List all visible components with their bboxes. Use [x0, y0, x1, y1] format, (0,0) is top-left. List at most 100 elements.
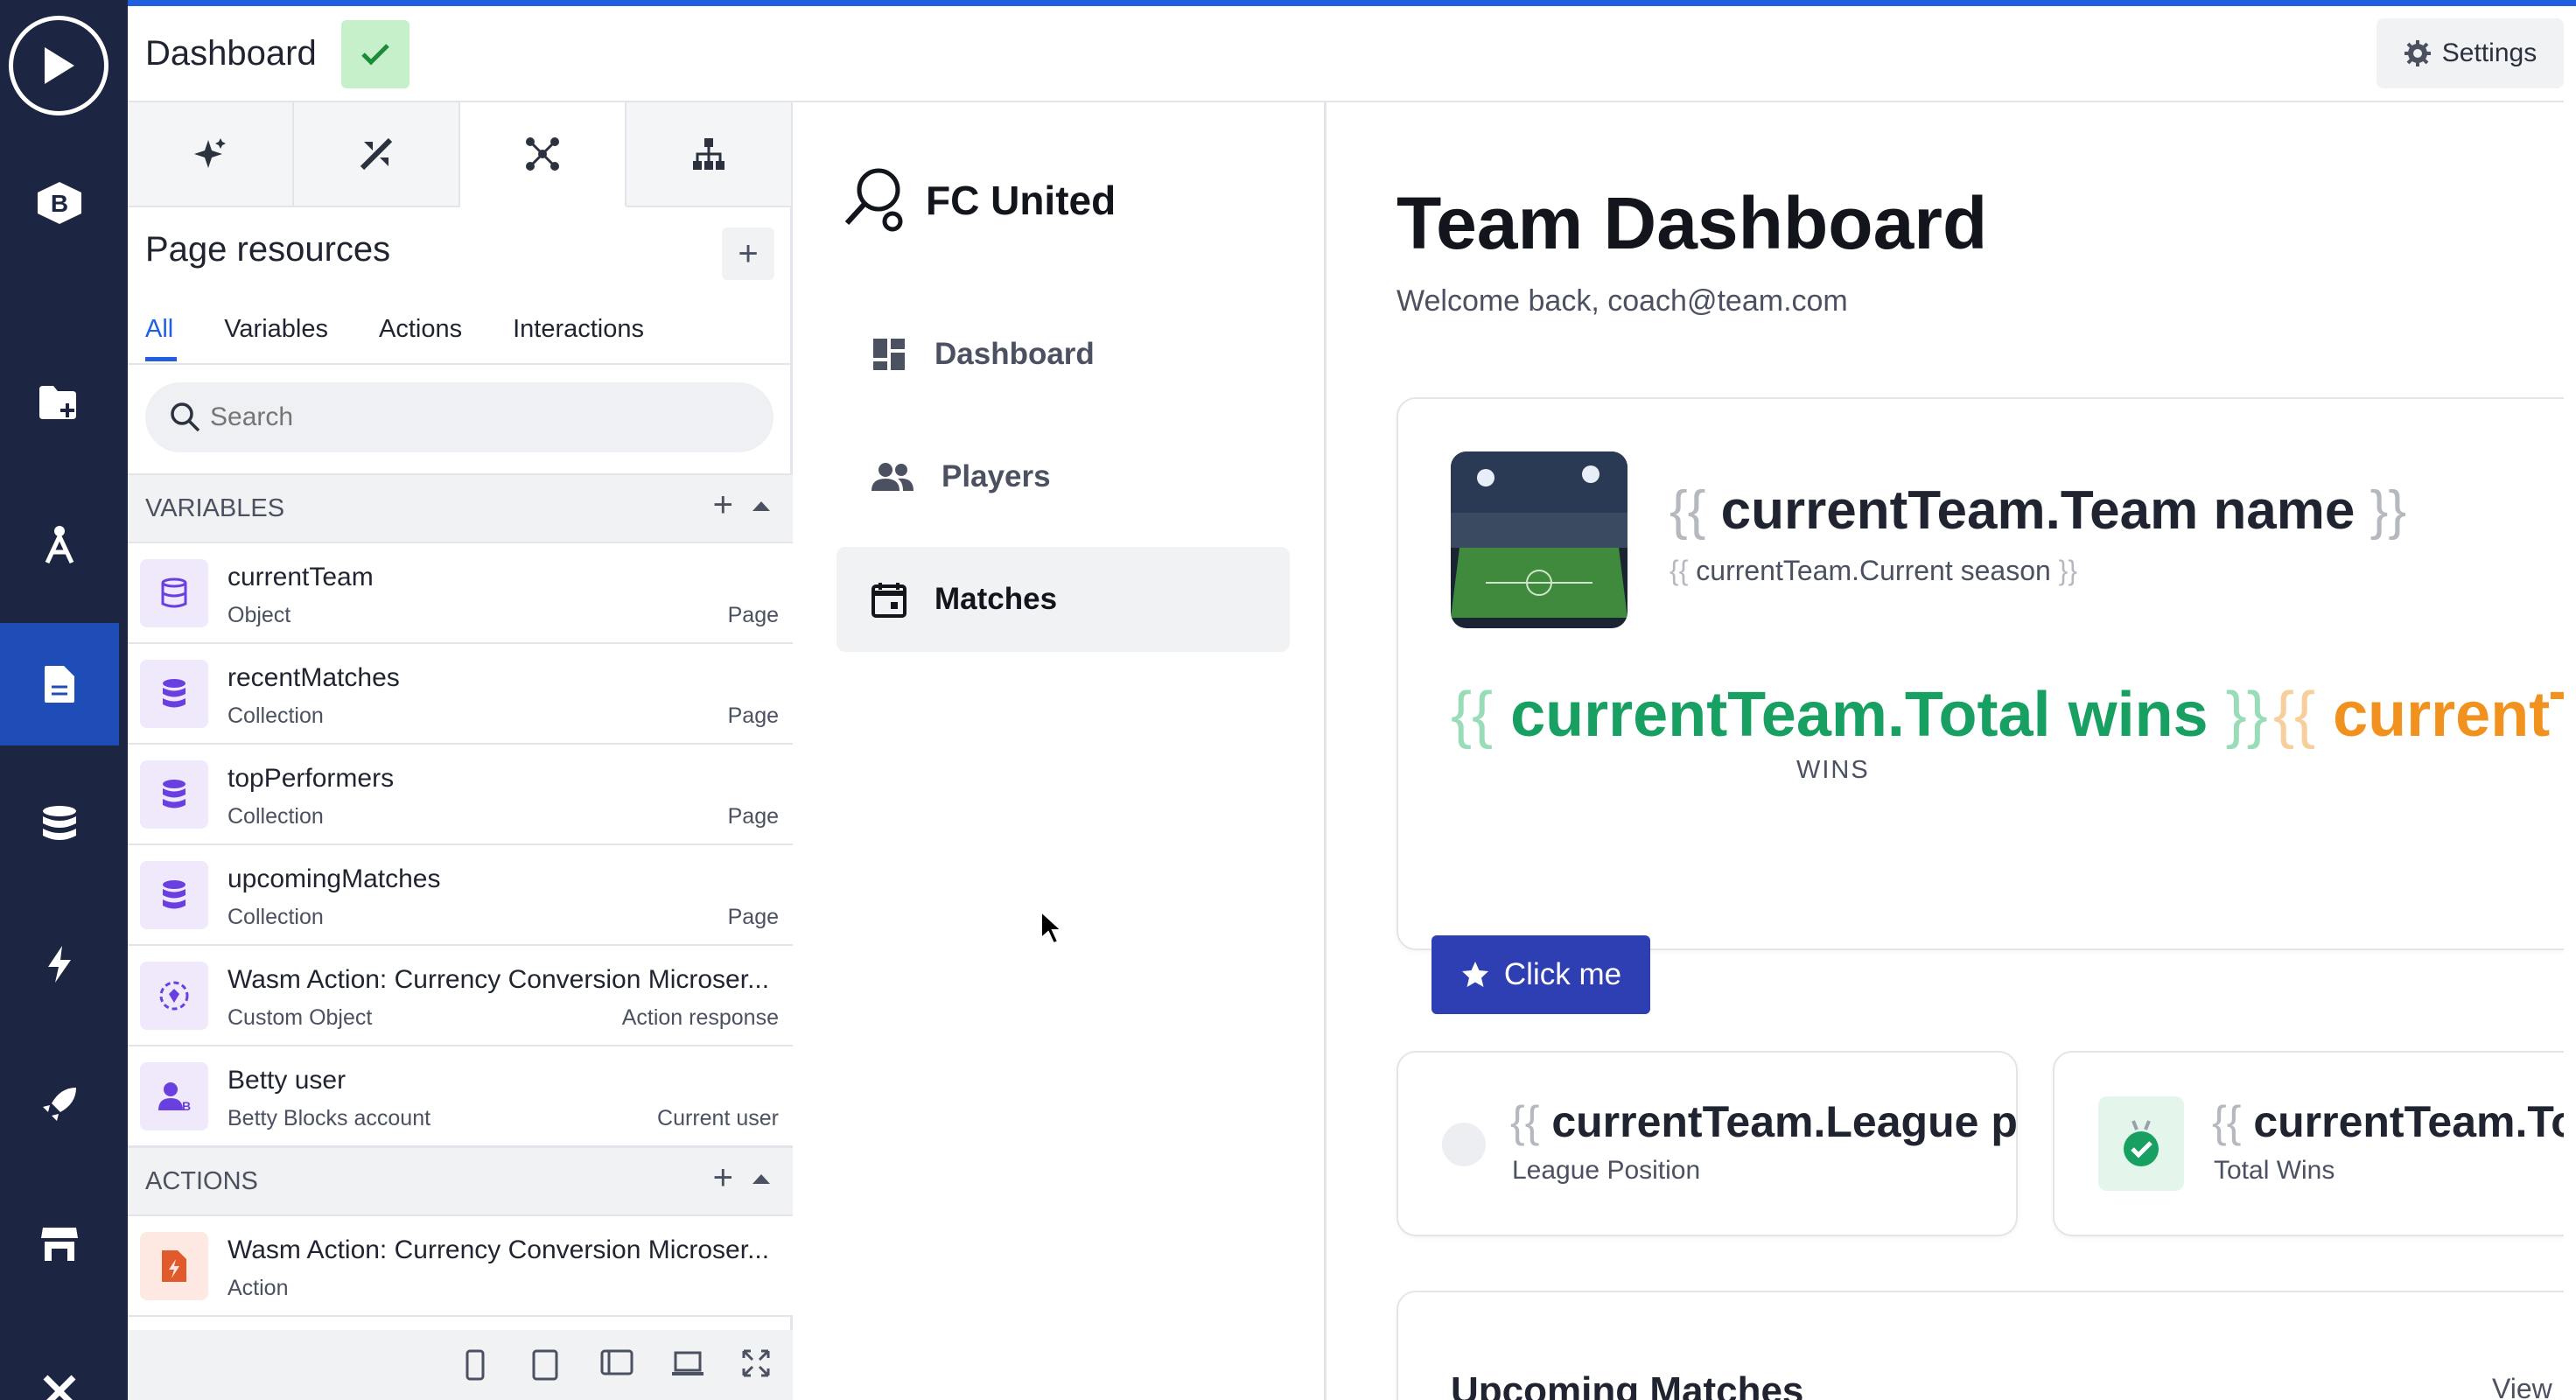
tablet-icon[interactable] [532, 1349, 558, 1381]
button-label: Click me [1503, 957, 1622, 991]
variable-name: Betty user [228, 1066, 346, 1095]
app-rail: B [0, 0, 128, 1400]
next-stat-binding: {{ currentT [2273, 680, 2564, 750]
device-toolbar [128, 1330, 793, 1400]
view-all-link[interactable]: View [2492, 1373, 2552, 1400]
collapse-icon[interactable] [752, 1174, 770, 1184]
total-wins-card: {{ currentTeam.To Total Wins [2053, 1051, 2564, 1236]
calendar-icon [872, 583, 906, 618]
search-input[interactable] [210, 402, 735, 432]
plus-icon: + [738, 234, 759, 273]
collection-icon [140, 760, 208, 829]
settings-button[interactable]: Settings [2376, 18, 2564, 88]
variable-name: currentTeam [228, 563, 374, 592]
variable-row[interactable]: B Betty user Betty Blocks account Curren… [128, 1046, 793, 1147]
design-pen-icon[interactable] [0, 483, 119, 606]
sparkle-icon [194, 138, 226, 168]
nav-item-matches[interactable]: Matches [836, 547, 1290, 652]
nav-item-dashboard[interactable]: Dashboard [836, 302, 1290, 407]
resource-filters: All Variables Actions Interactions [145, 315, 644, 361]
nav-label: Players [942, 459, 1051, 494]
rocket-icon[interactable] [0, 1043, 119, 1166]
tab-tree[interactable] [626, 102, 793, 207]
filter-interactions[interactable]: Interactions [513, 315, 644, 344]
filter-divider [128, 363, 790, 365]
design-tools-icon [360, 137, 393, 171]
panel-tabs [128, 102, 793, 207]
folder-add-icon[interactable] [0, 341, 119, 464]
variable-row[interactable]: topPerformers Collection Page [128, 745, 793, 845]
play-button[interactable] [9, 16, 108, 116]
collection-icon [140, 861, 208, 929]
filter-all[interactable]: All [145, 315, 178, 361]
variables-section-label: VARIABLES [145, 494, 285, 522]
tab-resources[interactable] [460, 102, 626, 207]
filter-actions[interactable]: Actions [379, 315, 462, 344]
tablet-landscape-icon[interactable] [600, 1349, 634, 1376]
hierarchy-icon [693, 138, 724, 170]
nav-item-players[interactable]: Players [836, 424, 1290, 529]
resources-panel: Page resources + All Variables Actions I… [128, 102, 793, 1400]
save-status-button[interactable] [341, 20, 410, 88]
object-icon [140, 559, 208, 627]
betty-logo-icon[interactable]: B [0, 142, 119, 264]
variable-scope: Page [727, 804, 779, 829]
filter-variables[interactable]: Variables [224, 315, 328, 344]
laptop-icon[interactable] [670, 1349, 705, 1377]
tab-design[interactable] [294, 102, 460, 207]
mobile-icon[interactable] [466, 1349, 485, 1381]
settings-label: Settings [2441, 38, 2538, 67]
action-row[interactable]: Wasm Action: Currency Conversion Microse… [128, 1216, 793, 1317]
click-me-button[interactable]: Click me [1432, 935, 1650, 1014]
variable-name: recentMatches [228, 663, 400, 692]
add-variable-button[interactable]: + [713, 486, 733, 525]
variable-row[interactable]: currentTeam Object Page [128, 543, 793, 644]
brand-name: FC United [926, 178, 1116, 223]
store-icon[interactable] [0, 1183, 119, 1306]
database-icon[interactable] [0, 763, 119, 886]
svg-text:B: B [51, 190, 68, 217]
add-resource-button[interactable]: + [722, 228, 774, 280]
people-icon [872, 463, 914, 491]
variable-scope: Page [727, 603, 779, 627]
collapse-icon[interactable] [752, 501, 770, 511]
tools-icon[interactable] [0, 1330, 119, 1400]
variable-row[interactable]: upcomingMatches Collection Page [128, 845, 793, 946]
fullscreen-icon[interactable] [742, 1349, 770, 1377]
lightning-icon[interactable] [0, 903, 119, 1026]
league-position-card: {{ currentTeam.League posi League Positi… [1396, 1051, 2018, 1236]
collection-icon [140, 660, 208, 728]
upcoming-matches-card: Upcoming Matches View [1396, 1291, 2564, 1400]
upcoming-matches-title: Upcoming Matches [1451, 1369, 1804, 1400]
variable-name: Wasm Action: Currency Conversion Microse… [228, 965, 770, 994]
top-bar: Dashboard Settings [128, 6, 2564, 102]
add-action-button[interactable]: + [713, 1158, 733, 1198]
custom-object-icon [140, 962, 208, 1030]
team-card: {{ currentTeam.Team name }} {{ currentTe… [1396, 397, 2564, 950]
variable-kind: Custom Object [228, 1005, 373, 1030]
page-heading: Team Dashboard [1396, 182, 1988, 264]
variable-name: upcomingMatches [228, 864, 441, 893]
variable-scope: Action response [621, 1005, 779, 1030]
variable-name: topPerformers [228, 764, 395, 793]
variable-kind: Collection [228, 704, 324, 728]
check-icon [361, 44, 389, 66]
variable-scope: Page [727, 905, 779, 929]
racket-icon [844, 168, 903, 232]
placeholder-icon [1442, 1123, 1486, 1166]
tab-ai[interactable] [128, 102, 294, 207]
action-icon [140, 1232, 208, 1300]
variable-row[interactable]: recentMatches Collection Page [128, 644, 793, 745]
league-position-binding: {{ currentTeam.League posi [1510, 1097, 2018, 1146]
nav-label: Matches [934, 582, 1058, 616]
total-wins-label: Total Wins [2214, 1156, 2335, 1185]
team-name-binding: {{ currentTeam.Team name }} [1670, 480, 2407, 541]
variable-row[interactable]: Wasm Action: Currency Conversion Microse… [128, 946, 793, 1046]
play-icon [45, 47, 74, 84]
trophy-badge-icon [2098, 1096, 2184, 1191]
variable-kind: Betty Blocks account [228, 1106, 431, 1130]
variable-scope: Current user [657, 1106, 779, 1130]
page-icon[interactable] [0, 623, 119, 746]
variables-section-header[interactable]: VARIABLES + [128, 473, 793, 543]
actions-section-header[interactable]: ACTIONS + [128, 1146, 793, 1216]
